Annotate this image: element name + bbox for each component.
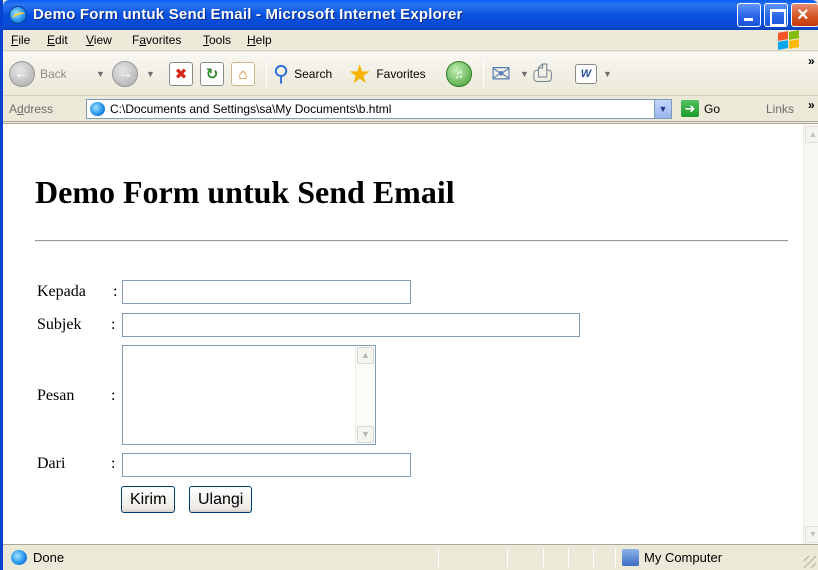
scroll-up-icon[interactable]: ▲ <box>357 347 374 364</box>
status-text: Done <box>33 550 65 565</box>
scroll-down-icon[interactable]: ▼ <box>357 426 374 443</box>
address-input[interactable]: C:\Documents and Settings\sa\My Document… <box>86 99 672 119</box>
stop-icon: ✖ <box>169 62 193 86</box>
subjek-input[interactable] <box>122 313 580 337</box>
media-icon: ♫ <box>446 61 472 87</box>
back-dropdown-icon[interactable]: ▼ <box>96 69 105 79</box>
address-label: Address <box>9 102 54 116</box>
menu-bar: File Edit View Favorites Tools Help <box>3 30 818 51</box>
search-button[interactable]: ⚲ Search <box>273 58 332 90</box>
pesan-label: Pesan <box>37 387 75 404</box>
window-title: Demo Form untuk Send Email - Microsoft I… <box>33 6 463 23</box>
minimize-button[interactable] <box>737 3 761 27</box>
forward-button[interactable]: → <box>112 58 138 90</box>
security-zone: My Computer <box>644 550 723 565</box>
scroll-up-icon[interactable]: ▲ <box>805 126 818 143</box>
mail-icon: ✉ <box>491 60 512 88</box>
resize-grip-icon[interactable] <box>804 556 816 568</box>
maximize-button[interactable] <box>764 3 788 27</box>
status-separator <box>593 549 594 567</box>
menu-view[interactable]: View <box>86 33 112 47</box>
close-icon: × <box>797 4 809 26</box>
toolbar-overflow-icon[interactable]: » <box>808 54 815 68</box>
pesan-scrollbar[interactable]: ▲ ▼ <box>355 346 375 444</box>
status-separator <box>615 549 616 567</box>
dari-input[interactable] <box>122 453 411 477</box>
menu-file[interactable]: File <box>11 33 30 47</box>
toolbar-separator <box>483 60 484 88</box>
status-separator <box>543 549 544 567</box>
media-button[interactable]: ♫ <box>446 58 472 90</box>
menu-edit[interactable]: Edit <box>47 33 68 47</box>
windows-logo-icon <box>776 30 800 50</box>
address-bar: Address C:\Documents and Settings\sa\My … <box>3 97 818 122</box>
address-dropdown-icon[interactable]: ▼ <box>654 100 671 118</box>
star-icon: ★ <box>348 58 372 89</box>
forward-arrow-icon: → <box>112 61 138 87</box>
search-icon: ⚲ <box>273 61 290 86</box>
pesan-textarea[interactable]: ▲ ▼ <box>122 345 376 445</box>
word-icon: W <box>575 64 597 84</box>
toolbar-separator <box>266 60 267 88</box>
refresh-icon: ↻ <box>200 62 224 86</box>
edit-dropdown-icon[interactable]: ▼ <box>603 69 612 79</box>
my-computer-icon <box>622 549 639 566</box>
page-viewport: Demo Form untuk Send Email Kepada : Subj… <box>3 123 818 545</box>
page-heading: Demo Form untuk Send Email <box>35 174 455 210</box>
subjek-label: Subjek <box>37 316 82 333</box>
title-bar[interactable]: Demo Form untuk Send Email - Microsoft I… <box>3 0 818 30</box>
back-button[interactable]: ← Back <box>9 58 67 90</box>
standard-toolbar: ← Back ▼ → ▼ ✖ ↻ ⌂ ⚲ Search ★ Favorites … <box>3 52 818 96</box>
pesan-colon: : <box>111 387 116 404</box>
menu-favorites[interactable]: Favorites <box>132 33 181 47</box>
dari-colon: : <box>111 455 116 472</box>
status-separator <box>438 549 439 567</box>
kepada-input[interactable] <box>122 280 411 304</box>
page-scrollbar[interactable]: ▲ ▼ <box>803 124 818 545</box>
horizontal-rule <box>35 240 788 242</box>
edit-word-button[interactable]: W <box>575 58 597 90</box>
close-button[interactable]: × <box>791 3 818 27</box>
dari-label: Dari <box>37 455 66 472</box>
mail-dropdown-icon[interactable]: ▼ <box>520 69 529 79</box>
page-icon <box>90 102 105 116</box>
scroll-down-icon[interactable]: ▼ <box>805 526 818 543</box>
printer-icon: ⎙ <box>533 60 553 87</box>
status-separator <box>507 549 508 567</box>
kepada-colon: : <box>113 283 118 300</box>
browser-window: Demo Form untuk Send Email - Microsoft I… <box>0 0 818 570</box>
status-separator <box>568 549 569 567</box>
links-button[interactable]: Links <box>766 102 794 116</box>
kirim-button[interactable]: Kirim <box>121 486 176 513</box>
favorites-button[interactable]: ★ Favorites <box>348 58 426 90</box>
menu-help[interactable]: Help <box>247 33 272 47</box>
menu-tools[interactable]: Tools <box>203 33 231 47</box>
go-button[interactable]: ➜ Go <box>681 100 720 117</box>
kepada-label: Kepada <box>37 283 86 300</box>
refresh-button[interactable]: ↻ <box>200 58 224 90</box>
forward-dropdown-icon[interactable]: ▼ <box>146 69 155 79</box>
status-bar: Done My Computer <box>3 544 818 570</box>
subjek-colon: : <box>111 316 116 333</box>
mail-button[interactable]: ✉ <box>491 58 511 90</box>
page-content: Demo Form untuk Send Email Kepada : Subj… <box>3 124 803 545</box>
home-icon: ⌂ <box>231 62 255 86</box>
internet-explorer-icon <box>9 6 27 24</box>
links-overflow-icon[interactable]: » <box>808 98 815 112</box>
page-done-icon <box>11 550 27 565</box>
stop-button[interactable]: ✖ <box>169 58 193 90</box>
back-arrow-icon: ← <box>9 61 35 87</box>
home-button[interactable]: ⌂ <box>231 58 255 90</box>
ulangi-button[interactable]: Ulangi <box>189 486 253 513</box>
print-button[interactable]: ⎙ <box>533 58 552 90</box>
go-arrow-icon: ➜ <box>681 100 699 117</box>
